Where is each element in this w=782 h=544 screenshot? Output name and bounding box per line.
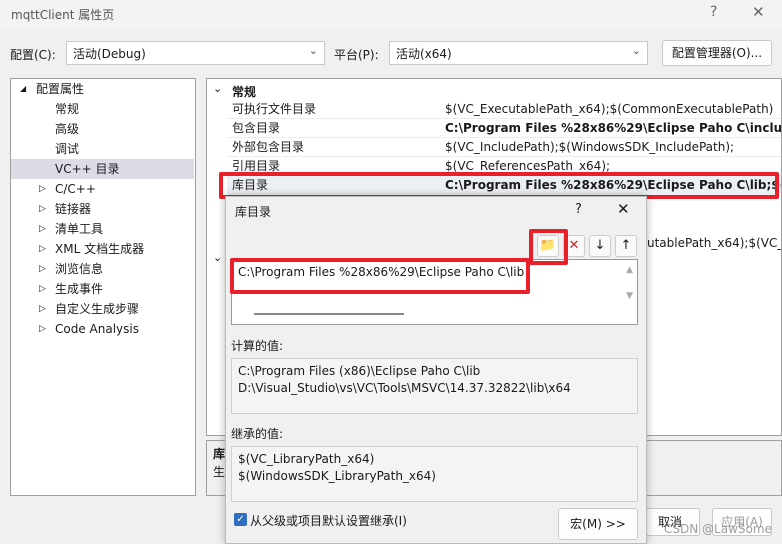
- tree-item[interactable]: ▷ XML 文档生成器: [11, 239, 194, 259]
- library-directories-dialog: 库目录 ? ✕ 📁 ✕ ↓ ↑ C:\Program Files %28x86%…: [225, 196, 647, 544]
- tree-item-label: 链接器: [55, 202, 92, 216]
- inherited-line: $(WindowsSDK_LibraryPath_x64): [238, 469, 436, 483]
- property-value[interactable]: $(VC_IncludePath);$(WindowsSDK_IncludePa…: [445, 138, 781, 157]
- collapsed-icon: ▷: [39, 224, 46, 234]
- title-bar: mqttClient 属性页 ? ✕: [0, 0, 782, 28]
- tree-item-label: Code Analysis: [55, 322, 139, 336]
- platform-select[interactable]: 活动(x64) ⌄: [389, 41, 648, 65]
- tree-item[interactable]: VC++ 目录: [11, 159, 194, 179]
- collapsed-icon: ▷: [39, 244, 46, 254]
- window-title: mqttClient 属性页: [11, 8, 115, 22]
- tree-item-label: C/C++: [55, 182, 96, 196]
- inherited-label: 继承的值:: [231, 427, 284, 441]
- scroll-down-icon[interactable]: ▼: [626, 288, 633, 305]
- tree-item[interactable]: 高级: [11, 119, 194, 139]
- inherited-values: $(VC_LibraryPath_x64) $(WindowsSDK_Libra…: [231, 446, 638, 502]
- tree-item[interactable]: ▷ 自定义生成步骤: [11, 299, 194, 319]
- description-title: 库: [213, 447, 226, 461]
- watermark: CSDN @LawSome: [664, 522, 772, 536]
- tree-item-label: VC++ 目录: [55, 162, 120, 176]
- delete-icon: ✕: [568, 238, 580, 253]
- close-button[interactable]: ✕: [752, 3, 765, 21]
- computed-line: C:\Program Files (x86)\Eclipse Paho C\li…: [238, 364, 481, 378]
- chevron-down-icon: ⌄: [631, 44, 641, 57]
- move-down-button[interactable]: ↓: [589, 235, 611, 257]
- collapsed-icon: ▷: [39, 184, 46, 194]
- tree-item[interactable]: ▷ 清单工具: [11, 219, 194, 239]
- property-name: 包含目录: [232, 121, 281, 135]
- tree-item-label: 生成事件: [55, 282, 104, 296]
- arrow-up-icon: ↑: [620, 238, 632, 253]
- tree-item[interactable]: ▷ 浏览信息: [11, 259, 194, 279]
- tree-item-label: 自定义生成步骤: [55, 302, 140, 316]
- partial-value: utablePath_x64);$(VC_: [647, 236, 782, 250]
- scroll-up-icon[interactable]: ▲: [626, 262, 633, 279]
- section-header: 常规: [232, 85, 257, 99]
- arrow-down-icon: ↓: [594, 238, 606, 253]
- description-text: 生: [213, 465, 226, 479]
- chevron-down-icon: ⌄: [308, 44, 318, 57]
- tree-item-label: 常规: [55, 102, 80, 116]
- collapsed-icon: ▷: [39, 284, 46, 294]
- collapsed-icon: ▷: [39, 204, 46, 214]
- collapsed-icon: ▷: [39, 304, 46, 314]
- collapse-icon[interactable]: ⌄: [213, 82, 222, 95]
- property-tree: ◢ 配置属性常规高级调试 VC++ 目录 ▷ C/C++ ▷ 链接器 ▷ 清单工具 ▷ XML 文档…: [10, 78, 196, 496]
- property-name: 外部包含目录: [232, 140, 305, 154]
- config-value: 活动(Debug): [73, 47, 146, 61]
- tree-item[interactable]: ▷ Code Analysis: [11, 319, 194, 339]
- collapse-icon[interactable]: ⌄: [213, 251, 222, 264]
- tree-item[interactable]: 常规: [11, 99, 194, 119]
- platform-value: 活动(x64): [396, 47, 452, 61]
- computed-line: D:\Visual_Studio\vs\VC\Tools\MSVC\14.37.…: [238, 381, 571, 395]
- highlight-entry: [230, 258, 530, 294]
- computed-values: C:\Program Files (x86)\Eclipse Paho C\li…: [231, 358, 638, 414]
- collapsed-icon: ▷: [39, 264, 46, 274]
- inherit-checkbox-label[interactable]: 从父级或项目默认设置继承(I): [250, 512, 407, 529]
- dialog-help-button[interactable]: ?: [575, 202, 582, 217]
- property-name: 可执行文件目录: [232, 102, 317, 116]
- expanded-icon: ◢: [20, 84, 27, 93]
- grid-row[interactable]: 包含目录 C:\Program Files %28x86%29\Eclipse P…: [227, 119, 781, 138]
- config-manager-button[interactable]: 配置管理器(O)...: [662, 40, 772, 66]
- config-select[interactable]: 活动(Debug) ⌄: [66, 41, 325, 65]
- inherit-checkbox[interactable]: ✓: [234, 513, 247, 526]
- tree-root[interactable]: ◢ 配置属性: [11, 79, 194, 99]
- platform-label: 平台(P):: [334, 48, 379, 62]
- computed-label: 计算的值:: [231, 339, 284, 353]
- dialog-title: 库目录: [235, 205, 272, 219]
- collapsed-icon: ▷: [39, 324, 46, 334]
- tree-item-label: 调试: [55, 142, 80, 156]
- highlight-new-button: [529, 229, 568, 265]
- highlight-row: [219, 172, 779, 199]
- tree-item-label: 高级: [55, 122, 80, 136]
- tree-item-label: 清单工具: [55, 222, 104, 236]
- grid-row[interactable]: 外部包含目录 $(VC_IncludePath);$(WindowsSDK_Inc…: [227, 138, 781, 157]
- property-value[interactable]: C:\Program Files %28x86%29\Eclipse Paho …: [445, 119, 781, 138]
- inherited-line: $(VC_LibraryPath_x64): [238, 452, 375, 466]
- dialog-close-button[interactable]: ✕: [617, 200, 630, 218]
- grid-row[interactable]: 可执行文件目录 $(VC_ExecutablePath_x64);$(Common…: [227, 100, 781, 119]
- help-button[interactable]: ?: [710, 4, 717, 20]
- horizontal-scrollbar[interactable]: [254, 313, 404, 315]
- tree-item[interactable]: 调试: [11, 139, 194, 159]
- tree-item[interactable]: ▷ 生成事件: [11, 279, 194, 299]
- tree-item-label: XML 文档生成器: [55, 242, 145, 256]
- move-up-button[interactable]: ↑: [615, 235, 637, 257]
- tree-root-label: 配置属性: [36, 82, 85, 96]
- tree-item[interactable]: ▷ 链接器: [11, 199, 194, 219]
- tree-item[interactable]: ▷ C/C++: [11, 179, 194, 199]
- tree-item-label: 浏览信息: [55, 262, 104, 276]
- property-value[interactable]: $(VC_ExecutablePath_x64);$(CommonExecuta…: [445, 100, 781, 119]
- config-label: 配置(C):: [10, 48, 56, 62]
- macro-button[interactable]: 宏(M) >>: [558, 508, 638, 540]
